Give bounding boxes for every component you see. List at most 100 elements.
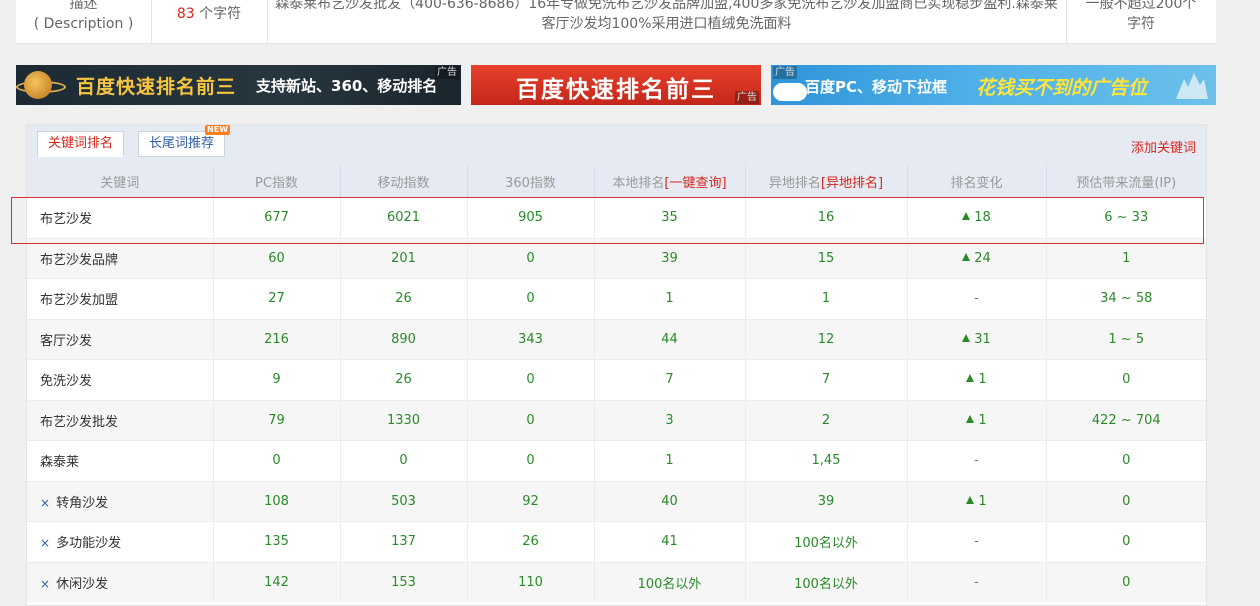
char-count-suffix: 个字符 bbox=[199, 6, 242, 22]
mobile-cell: 137 bbox=[339, 521, 467, 562]
keyword-cell: 布艺沙发 bbox=[27, 197, 213, 238]
remove-keyword-icon[interactable]: × bbox=[40, 577, 50, 591]
mobile-cell: 26 bbox=[339, 359, 467, 400]
up-arrow-icon bbox=[966, 495, 975, 504]
keyword-text[interactable]: 布艺沙发品牌 bbox=[40, 253, 118, 268]
remove-keyword-icon[interactable]: × bbox=[40, 496, 50, 510]
remote-cell: 12 bbox=[744, 318, 907, 360]
col-360-index: 360指数 bbox=[466, 165, 594, 198]
panel-header: 关键词排名 长尾词推荐 NEW 添加关键词 bbox=[27, 125, 1206, 165]
planet-icon bbox=[24, 71, 52, 99]
table-row: 布艺沙发批发 79 1330 0 3 2 1 422 ~ 704 bbox=[27, 399, 1206, 441]
pc-cell: 9 bbox=[212, 359, 340, 400]
mobile-cell: 503 bbox=[339, 480, 467, 522]
keyword-text[interactable]: 布艺沙发批发 bbox=[40, 415, 118, 430]
description-limit-line2: 字符 bbox=[1127, 16, 1155, 32]
local-cell: 100名以外 bbox=[593, 561, 745, 602]
keyword-text[interactable]: 休闲沙发 bbox=[56, 577, 108, 592]
remote-cell: 7 bbox=[744, 359, 907, 400]
keyword-cell: 布艺沙发批发 bbox=[27, 399, 213, 441]
mobile-cell: 1330 bbox=[339, 399, 467, 441]
rank-change-cell: - bbox=[906, 561, 1046, 602]
up-arrow-icon bbox=[962, 333, 971, 342]
table-row: 布艺沙发 677 6021 905 35 16 18 6 ~ 33 bbox=[27, 197, 1206, 238]
banner2-headline: 百度快速排名前三 bbox=[516, 77, 716, 103]
keyword-text[interactable]: 布艺沙发加盟 bbox=[40, 293, 118, 308]
local-cell: 7 bbox=[593, 359, 745, 400]
keyword-text[interactable]: 客厅沙发 bbox=[40, 334, 92, 349]
rank-change-value: - bbox=[974, 291, 979, 307]
col-estimated-traffic: 预估带来流量(IP) bbox=[1045, 165, 1206, 198]
ad-banner-fast-ranking[interactable]: 百度快速排名前三 支持新站、360、移动排名 广告 bbox=[16, 65, 461, 105]
mobile-cell: 26 bbox=[339, 278, 467, 319]
keyword-cell: 客厅沙发 bbox=[27, 318, 213, 360]
keyword-text[interactable]: 多功能沙发 bbox=[56, 536, 121, 551]
keyword-text[interactable]: 免洗沙发 bbox=[40, 374, 92, 389]
building-icon bbox=[1176, 73, 1208, 99]
one-click-query-link[interactable]: [一键查询] bbox=[664, 176, 726, 191]
keyword-text[interactable]: 转角沙发 bbox=[56, 496, 108, 511]
idx360-cell: 343 bbox=[466, 318, 594, 360]
up-arrow-icon bbox=[962, 252, 971, 261]
traffic-cell: 422 ~ 704 bbox=[1045, 399, 1206, 441]
remote-cell: 1 bbox=[744, 278, 907, 319]
rank-change-cell: - bbox=[906, 521, 1046, 562]
ad-banner-fast-ranking-red[interactable]: 百度快速排名前三 广告 bbox=[471, 65, 761, 105]
tab-longtail-label: 长尾词推荐 bbox=[149, 136, 215, 151]
up-arrow-icon bbox=[966, 414, 975, 423]
mobile-cell: 6021 bbox=[339, 197, 467, 238]
table-row: × 转角沙发 108 503 92 40 39 1 0 bbox=[27, 480, 1206, 522]
rank-change-value: 1 bbox=[978, 412, 987, 428]
remote-cell: 1,45 bbox=[744, 440, 907, 481]
ad-tag: 广告 bbox=[735, 91, 759, 104]
seo-description-row: 描述 ( Description ) 83 个字符 森泰莱布艺沙发批发（400-… bbox=[16, 0, 1216, 44]
up-arrow-icon bbox=[962, 212, 971, 221]
keyword-text[interactable]: 布艺沙发 bbox=[40, 212, 92, 227]
idx360-cell: 92 bbox=[466, 480, 594, 522]
traffic-cell: 0 bbox=[1045, 561, 1206, 602]
traffic-cell: 1 ~ 5 bbox=[1045, 318, 1206, 360]
idx360-cell: 110 bbox=[466, 561, 594, 602]
keyword-cell: × 转角沙发 bbox=[27, 480, 213, 522]
pc-cell: 0 bbox=[212, 440, 340, 481]
keyword-text[interactable]: 森泰莱 bbox=[40, 455, 79, 470]
rank-change-cell: - bbox=[906, 440, 1046, 481]
ad-banner-dropdown-box[interactable]: 广告 百度PC、移动下拉框 花钱买不到的广告位 bbox=[771, 65, 1216, 105]
add-keyword-link[interactable]: 添加关键词 bbox=[1131, 137, 1196, 156]
remote-cell: 100名以外 bbox=[744, 521, 907, 562]
traffic-cell: 34 ~ 58 bbox=[1045, 278, 1206, 319]
tab-longtail-recommend[interactable]: 长尾词推荐 NEW bbox=[138, 125, 231, 157]
keyword-cell: 森泰莱 bbox=[27, 440, 213, 481]
cloud-icon bbox=[773, 83, 807, 101]
table-row: 森泰莱 0 0 0 1 1,45-0 bbox=[27, 440, 1206, 481]
remote-cell: 15 bbox=[744, 237, 907, 279]
char-count-value: 83 bbox=[176, 6, 195, 22]
table-row: × 休闲沙发 142 153 110 100名以外 100名以外 -0 bbox=[27, 561, 1206, 602]
col-rank-change: 排名变化 bbox=[906, 165, 1046, 198]
traffic-cell: 0 bbox=[1045, 359, 1206, 400]
pc-cell: 60 bbox=[212, 237, 340, 279]
keyword-cell: 免洗沙发 bbox=[27, 359, 213, 400]
banner1-subline: 支持新站、360、移动排名 bbox=[256, 77, 438, 95]
local-cell: 44 bbox=[593, 318, 745, 360]
col-pc-index: PC指数 bbox=[212, 165, 340, 198]
remove-keyword-icon[interactable]: × bbox=[40, 536, 50, 550]
mobile-cell: 153 bbox=[339, 561, 467, 602]
rank-change-value: 1 bbox=[978, 372, 987, 388]
keyword-cell: × 多功能沙发 bbox=[27, 521, 213, 562]
rank-change-cell: 1 bbox=[906, 480, 1046, 522]
description-text-cell: 森泰莱布艺沙发批发（400-636-8686）16年专做免洗布艺沙发品牌加盟,4… bbox=[267, 0, 1067, 43]
local-cell: 39 bbox=[593, 237, 745, 279]
keyword-table: 关键词 PC指数 移动指数 360指数 本地排名[一键查询] 异地排名[异地排名… bbox=[27, 165, 1206, 602]
description-limit-cell: 一般不超过200个 字符 bbox=[1066, 0, 1216, 43]
mobile-cell: 0 bbox=[339, 440, 467, 481]
banner3-slogan: 花钱买不到的广告位 bbox=[976, 77, 1148, 99]
new-badge: NEW bbox=[205, 125, 231, 135]
rank-change-value: - bbox=[974, 534, 979, 550]
description-label: 描述 bbox=[69, 0, 98, 12]
col-mobile-index: 移动指数 bbox=[339, 165, 467, 198]
pc-cell: 27 bbox=[212, 278, 340, 319]
tab-keyword-ranking[interactable]: 关键词排名 bbox=[37, 131, 125, 157]
remote-rank-link[interactable]: [异地排名] bbox=[821, 176, 883, 191]
table-header-row: 关键词 PC指数 移动指数 360指数 本地排名[一键查询] 异地排名[异地排名… bbox=[27, 165, 1206, 198]
